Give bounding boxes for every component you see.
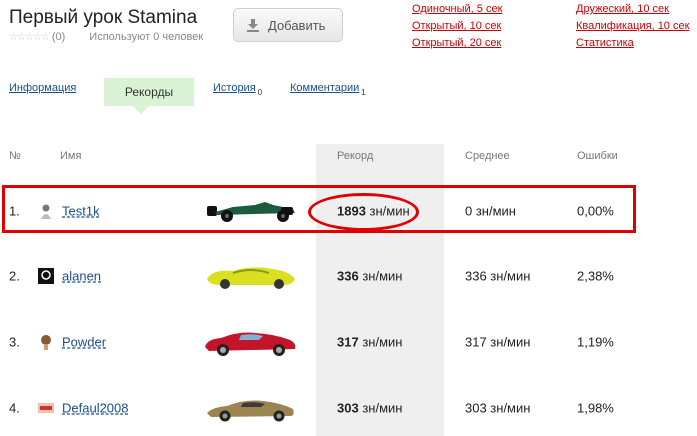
- row-rank: 3.: [9, 334, 20, 350]
- download-icon: [247, 19, 259, 32]
- row-rank: 4.: [9, 400, 20, 416]
- player-name-link[interactable]: Powder: [62, 335, 106, 350]
- record-number: 303: [337, 400, 359, 416]
- add-button[interactable]: Добавить: [233, 8, 343, 42]
- column-header-errors: Ошибки: [577, 150, 618, 162]
- record-number: 336: [337, 268, 359, 284]
- column-header-avg: Среднее: [465, 150, 510, 162]
- column-header-num: №: [9, 150, 21, 162]
- add-button-label: Добавить: [268, 17, 326, 33]
- mode-link[interactable]: Одиночный, 5 сек: [412, 1, 502, 18]
- record-unit: зн/мин: [362, 400, 403, 416]
- mode-link[interactable]: Открытый, 10 сек: [412, 18, 502, 35]
- record-unit: зн/мин: [362, 334, 403, 350]
- table-row: 2. alanen 336 зн/мин 336 зн/мин 2,38%: [0, 256, 697, 296]
- users-count: Используют 0 человек: [89, 31, 204, 43]
- sports-car-icon: [205, 332, 296, 356]
- tab-history[interactable]: История 0: [213, 82, 262, 97]
- record-value: 336 зн/мин: [337, 269, 402, 284]
- player-name-link[interactable]: alanen: [62, 269, 101, 284]
- rating-stars[interactable]: ☆☆☆☆☆: [9, 32, 50, 43]
- player-name-link[interactable]: Defaul2008: [62, 401, 129, 416]
- tab-info[interactable]: Информация: [9, 82, 76, 94]
- row-rank: 2.: [9, 268, 20, 284]
- tab-history-label: История: [213, 82, 256, 94]
- tab-comments-count: 1: [361, 88, 366, 97]
- rating: ☆☆☆☆☆ (0) Используют 0 человек: [9, 31, 203, 43]
- mode-link[interactable]: Дружеский, 10 сек: [576, 1, 689, 18]
- column-header-record: Рекорд: [337, 150, 374, 162]
- table-row: 3. Powder 317 зн/мин 317 зн/мин 1,19%: [0, 322, 697, 362]
- record-number: 317: [337, 334, 359, 350]
- average-value: 336 зн/мин: [465, 268, 531, 284]
- rating-count: (0): [51, 31, 66, 43]
- tab-bar: Информация Рекорды История 0 Комментарии 1: [0, 78, 697, 114]
- table-row: 4. Defaul2008 303 зн/мин 303 зн/мин 1,98…: [0, 388, 697, 428]
- mode-link[interactable]: Квалификация, 10 сек: [576, 18, 689, 35]
- tab-history-count: 0: [257, 88, 263, 97]
- average-value: 317 зн/мин: [465, 334, 531, 350]
- mode-link[interactable]: Открытый, 20 сек: [412, 35, 502, 52]
- column-header-name: Имя: [60, 150, 82, 162]
- avatar-icon: [38, 403, 54, 413]
- concept-car-icon: [207, 267, 295, 289]
- errors-value: 2,38%: [577, 268, 614, 284]
- game-modes-right: Дружеский, 10 сек Квалификация, 10 сек С…: [576, 1, 689, 52]
- statistics-link[interactable]: Статистика: [576, 35, 689, 52]
- supercar-icon: [207, 400, 294, 422]
- record-value: 303 зн/мин: [337, 401, 402, 416]
- tab-comments[interactable]: Комментарии 1: [290, 82, 366, 97]
- game-modes-left: Одиночный, 5 сек Открытый, 10 сек Открыт…: [412, 1, 502, 52]
- errors-value: 1,19%: [577, 334, 614, 350]
- errors-value: 1,98%: [577, 400, 614, 416]
- average-value: 303 зн/мин: [465, 400, 531, 416]
- highlight-ellipse: [308, 193, 419, 231]
- record-unit: зн/мин: [362, 268, 403, 284]
- avatar-icon: [41, 335, 51, 350]
- page-title: Первый урок Stamina: [9, 7, 198, 28]
- avatar-icon: [38, 268, 54, 284]
- tab-records[interactable]: Рекорды: [104, 78, 194, 114]
- record-value: 317 зн/мин: [337, 335, 402, 350]
- tab-comments-label: Комментарии: [290, 82, 360, 94]
